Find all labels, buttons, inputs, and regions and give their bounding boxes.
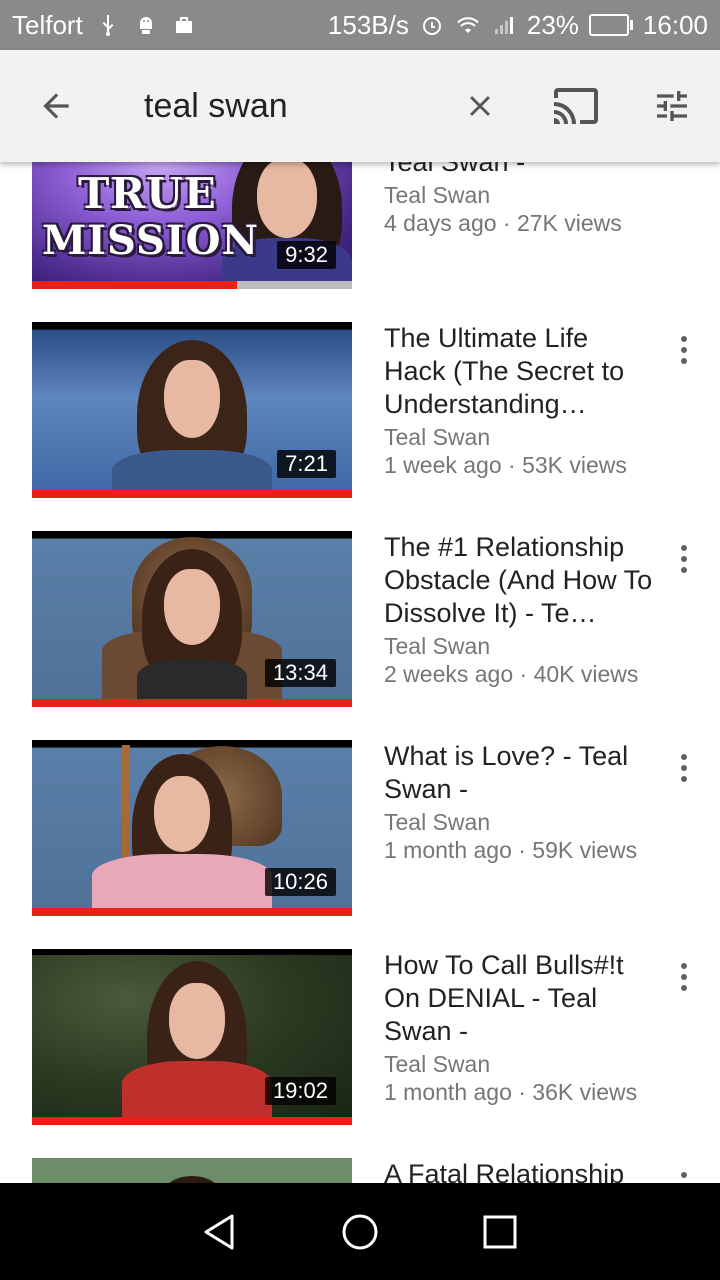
wifi-icon [455,12,481,38]
video-duration: 10:26 [264,868,336,896]
channel-name: Teal Swan [384,424,491,450]
video-meta: 1 week ago · 53K views [384,452,627,478]
video-title[interactable]: The #1 Relationship Obstacle (And How To… [384,531,654,630]
list-item[interactable]: A Fatal Relationship [0,1158,720,1183]
video-thumbnail[interactable]: 10:26 [32,740,352,908]
video-thumbnail[interactable]: 13:34 [32,531,352,699]
channel-name: Teal Swan [384,633,491,659]
usb-icon [95,12,121,38]
search-results-list[interactable]: TRUE MISSION 9:32 True Mission of God - … [0,162,720,1183]
cast-icon [554,88,598,124]
list-item[interactable]: 13:34 The #1 Relationship Obstacle (And … [0,531,720,707]
channel-name: Teal Swan [384,809,491,835]
back-button[interactable] [20,50,92,162]
video-meta: 2 weeks ago · 40K views [384,661,639,687]
triangle-back-icon [204,1214,234,1249]
nav-back-button[interactable] [190,1202,250,1262]
battery-icon [588,14,633,36]
status-bar: Telfort 153B/s 23% 16:00 [0,0,720,50]
more-options-button[interactable] [664,1166,704,1183]
briefcase-icon [171,12,197,38]
watch-progress-bar [32,281,352,289]
clear-search-button[interactable] [444,50,516,162]
video-info: True Mission of God - Teal Swan - Teal S… [384,162,654,237]
video-meta: 1 month ago · 36K views [384,1079,638,1105]
video-title[interactable]: What is Love? - Teal Swan - [384,740,654,806]
clock: 16:00 [642,9,708,40]
video-thumbnail[interactable]: 7:21 [32,322,352,490]
video-info: The Ultimate Life Hack (The Secret to Un… [384,322,654,479]
cast-button[interactable] [540,50,612,162]
search-query-field[interactable]: teal swan [144,50,288,162]
thumbnail-caption-1: TRUE [78,169,217,218]
filter-button[interactable] [636,50,708,162]
tune-icon [657,91,687,121]
circle-home-icon [342,1214,378,1249]
list-item[interactable]: 19:02 How To Call Bulls#!t On DENIAL - T… [0,949,720,1125]
system-navigation-bar [0,1183,720,1280]
watch-progress-bar [32,699,352,707]
video-thumbnail[interactable]: TRUE MISSION 9:32 [32,162,352,281]
video-info: How To Call Bulls#!t On DENIAL - Teal Sw… [384,949,654,1106]
alarm-icon [419,12,445,38]
video-thumbnail[interactable]: 19:02 [32,949,352,1117]
video-info: The #1 Relationship Obstacle (And How To… [384,531,654,688]
watch-progress-bar [32,490,352,498]
network-speed: 153B/s [327,9,409,40]
channel-name: Teal Swan [384,1051,491,1077]
close-icon [470,96,490,116]
list-item[interactable]: TRUE MISSION 9:32 True Mission of God - … [0,162,720,289]
square-recents-icon [483,1215,517,1248]
more-options-button[interactable] [664,539,704,579]
video-meta: 4 days ago · 27K views [384,210,622,236]
video-title[interactable]: How To Call Bulls#!t On DENIAL - Teal Sw… [384,949,654,1048]
android-debug-icon [133,12,159,38]
signal-icon [491,12,517,38]
carrier-name: Telfort [12,9,83,40]
video-thumbnail[interactable] [32,1158,352,1183]
video-info: A Fatal Relationship [384,1158,654,1183]
more-options-button[interactable] [664,748,704,788]
video-duration: 7:21 [277,450,336,478]
video-title[interactable]: True Mission of God - Teal Swan - [384,162,654,179]
more-options-button[interactable] [664,957,704,997]
search-app-bar: teal swan [0,50,720,162]
thumbnail-caption-2: MISSION [42,217,259,264]
nav-home-button[interactable] [330,1202,390,1262]
video-meta: 1 month ago · 59K views [384,837,638,863]
battery-percent: 23% [526,9,579,40]
video-duration: 9:32 [277,241,336,269]
watch-progress-bar [32,908,352,916]
video-title[interactable]: The Ultimate Life Hack (The Secret to Un… [384,322,654,421]
video-info: What is Love? - Teal Swan - Teal Swan 1 … [384,740,654,864]
nav-recents-button[interactable] [470,1202,530,1262]
video-duration: 19:02 [264,1077,336,1105]
more-options-button[interactable] [664,330,704,370]
video-title[interactable]: A Fatal Relationship [384,1158,654,1183]
list-item[interactable]: 7:21 The Ultimate Life Hack (The Secret … [0,322,720,498]
list-item[interactable]: 10:26 What is Love? - Teal Swan - Teal S… [0,740,720,916]
channel-name: Teal Swan [384,182,491,208]
watch-progress-bar [32,1117,352,1125]
video-duration: 13:34 [264,659,336,687]
arrow-back-icon [43,93,69,119]
